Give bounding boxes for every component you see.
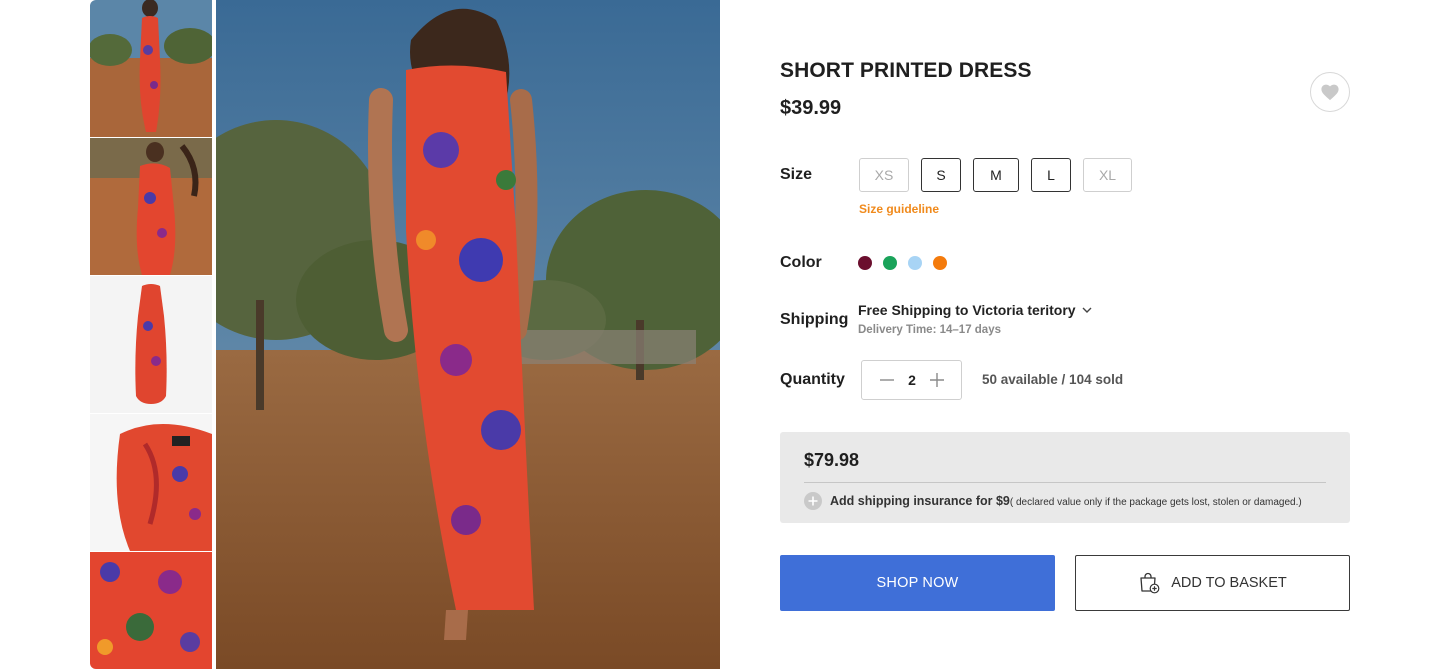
size-option-s[interactable]: S xyxy=(921,158,961,192)
quantity-label: Quantity xyxy=(780,371,845,388)
size-label: Size xyxy=(780,166,813,183)
size-option-m[interactable]: M xyxy=(973,158,1019,192)
thumbnail-dress-front-model[interactable] xyxy=(90,138,212,275)
plus-icon xyxy=(929,373,944,387)
add-to-basket-button[interactable]: ADD TO BASKET xyxy=(1075,555,1350,611)
shipping-option-dropdown[interactable]: Free Shipping to Victoria teritory xyxy=(858,302,1092,318)
thumbnail-gallery xyxy=(90,0,212,669)
color-swatch-green[interactable] xyxy=(883,256,897,270)
insurance-note: ( declared value only if the package get… xyxy=(1009,497,1302,508)
size-guideline-link[interactable]: Size guideline xyxy=(859,202,939,216)
size-options: XS S M L XL xyxy=(859,158,1132,192)
shipping-option-text: Free Shipping to Victoria teritory xyxy=(858,302,1076,318)
insurance-text: Add shipping insurance for $9 xyxy=(830,494,1010,508)
color-swatches xyxy=(858,256,947,270)
chevron-down-icon xyxy=(1082,307,1092,313)
shop-now-button[interactable]: SHOP NOW xyxy=(780,555,1055,611)
size-option-l[interactable]: L xyxy=(1031,158,1071,192)
wishlist-button[interactable] xyxy=(1310,72,1350,112)
quantity-value[interactable]: 2 xyxy=(908,372,916,388)
main-product-image xyxy=(216,0,720,669)
color-swatch-light-blue[interactable] xyxy=(908,256,922,270)
color-swatch-orange[interactable] xyxy=(933,256,947,270)
minus-icon xyxy=(880,379,894,381)
basket-add-icon xyxy=(1140,572,1160,594)
product-title: SHORT PRINTED DRESS xyxy=(780,59,1032,82)
decrease-quantity-button[interactable] xyxy=(879,372,895,388)
thumbnail-dress-neckline-detail[interactable] xyxy=(90,414,212,551)
size-option-xl[interactable]: XL xyxy=(1083,158,1132,192)
add-to-basket-label: ADD TO BASKET xyxy=(1171,575,1287,591)
shipping-insurance-toggle[interactable]: Add shipping insurance for $9( declared … xyxy=(804,492,1302,510)
quantity-stepper: 2 xyxy=(861,360,962,400)
thumbnail-print-detail[interactable] xyxy=(90,552,212,669)
increase-quantity-button[interactable] xyxy=(929,372,945,388)
size-option-xs[interactable]: XS xyxy=(859,158,909,192)
plus-circle-icon xyxy=(804,492,822,510)
heart-icon xyxy=(1321,84,1339,101)
divider xyxy=(804,482,1326,483)
thumbnail-dress-back-view[interactable] xyxy=(90,0,212,137)
order-summary: $79.98 Add shipping insurance for $9( de… xyxy=(780,432,1350,523)
product-price: $39.99 xyxy=(780,97,842,119)
color-label: Color xyxy=(780,254,822,271)
total-price: $79.98 xyxy=(804,450,860,470)
color-swatch-burgundy[interactable] xyxy=(858,256,872,270)
stock-info: 50 available / 104 sold xyxy=(982,372,1124,387)
thumbnail-dress-flat-lay[interactable] xyxy=(90,276,212,413)
shipping-label: Shipping xyxy=(780,311,849,328)
delivery-time: Delivery Time: 14–17 days xyxy=(858,324,1001,336)
